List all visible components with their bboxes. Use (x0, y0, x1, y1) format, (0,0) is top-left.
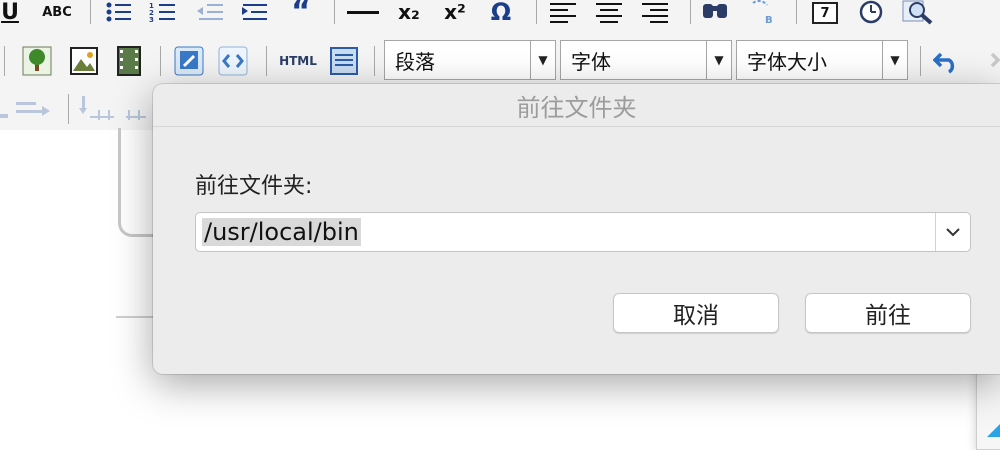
spellcheck-icon[interactable]: ABC (40, 2, 74, 22)
toolbar-separator (796, 0, 797, 24)
chevron-down-icon: ▼ (882, 41, 907, 79)
fullscreen-icon[interactable] (328, 44, 360, 78)
go-button[interactable]: 前往 (805, 293, 971, 333)
go-to-folder-dialog: 前往文件夹 前往文件夹: /usr/local/bin 取消 前往 (153, 84, 1000, 374)
align-right-icon[interactable] (640, 0, 670, 24)
svg-text:B: B (765, 15, 773, 25)
toolbar-separator (90, 0, 91, 24)
cancel-button[interactable]: 取消 (613, 293, 779, 333)
chevron-down-icon: ▼ (706, 41, 731, 79)
numbered-list-icon[interactable]: 123 (148, 0, 178, 24)
toolbar-separator (4, 46, 5, 76)
time-icon[interactable] (856, 0, 886, 24)
folder-field-label: 前往文件夹: (195, 174, 313, 199)
preview-icon[interactable] (900, 0, 936, 26)
paragraph-format-value: 段落 (395, 49, 435, 74)
document-divider (116, 316, 156, 318)
undo-icon[interactable] (930, 44, 964, 78)
toolbar-separator (920, 46, 921, 76)
paragraph-format-select[interactable]: 段落 ▼ (384, 40, 556, 80)
horizontal-rule-icon[interactable] (346, 0, 380, 24)
split-cell-icon[interactable] (78, 94, 118, 124)
toolbar-row-formatting: U ABC 123 “ x₂ x² Ω B 7 (0, 0, 1000, 30)
outdent-icon[interactable] (196, 0, 226, 24)
toolbar-separator (160, 46, 161, 76)
underline-icon[interactable]: U (0, 0, 20, 25)
font-family-value: 字体 (571, 49, 611, 74)
replace-icon[interactable]: B (746, 0, 778, 25)
video-icon[interactable] (114, 44, 144, 78)
insert-row-icon[interactable] (14, 96, 54, 124)
align-left-icon[interactable] (548, 0, 578, 24)
toolbar-separator (536, 0, 537, 24)
blockquote-icon[interactable]: “ (286, 0, 316, 29)
special-char-icon[interactable]: Ω (486, 0, 516, 26)
chevron-down-icon (946, 228, 960, 237)
toolbar-separator (690, 0, 691, 24)
embed-icon[interactable] (172, 44, 206, 78)
font-size-value: 字体大小 (747, 49, 827, 74)
indent-icon[interactable] (240, 0, 270, 24)
path-history-dropdown[interactable] (935, 213, 970, 251)
merge-cell-icon[interactable] (124, 94, 154, 124)
corner-indicator-icon (987, 423, 1000, 437)
subscript-icon[interactable]: x₂ (394, 0, 424, 24)
dialog-title: 前往文件夹 (153, 84, 1000, 127)
svg-text:3: 3 (149, 16, 154, 23)
source-code-icon[interactable] (216, 44, 250, 78)
redo-icon[interactable] (978, 44, 1000, 78)
table-prop-icon[interactable] (0, 104, 10, 120)
font-family-select[interactable]: 字体 ▼ (560, 40, 732, 80)
chevron-down-icon: ▼ (530, 41, 555, 79)
toolbar-separator (68, 94, 69, 124)
bullet-list-icon[interactable] (104, 0, 134, 24)
folder-path-combobox[interactable]: /usr/local/bin (195, 212, 971, 252)
insert-image-icon[interactable] (20, 44, 54, 78)
date-icon-face: 7 (812, 2, 838, 24)
superscript-icon[interactable]: x² (440, 0, 470, 24)
font-size-select[interactable]: 字体大小 ▼ (736, 40, 908, 80)
image-icon[interactable] (68, 44, 100, 78)
toolbar-separator (374, 46, 375, 76)
find-icon[interactable] (700, 0, 732, 24)
html-mode-button[interactable]: HTML (276, 48, 320, 74)
toolbar-separator (334, 0, 335, 24)
toolbar-separator (266, 46, 267, 76)
date-icon[interactable]: 7 (808, 0, 842, 26)
align-center-icon[interactable] (594, 0, 624, 24)
folder-path-input[interactable]: /usr/local/bin (202, 218, 361, 246)
